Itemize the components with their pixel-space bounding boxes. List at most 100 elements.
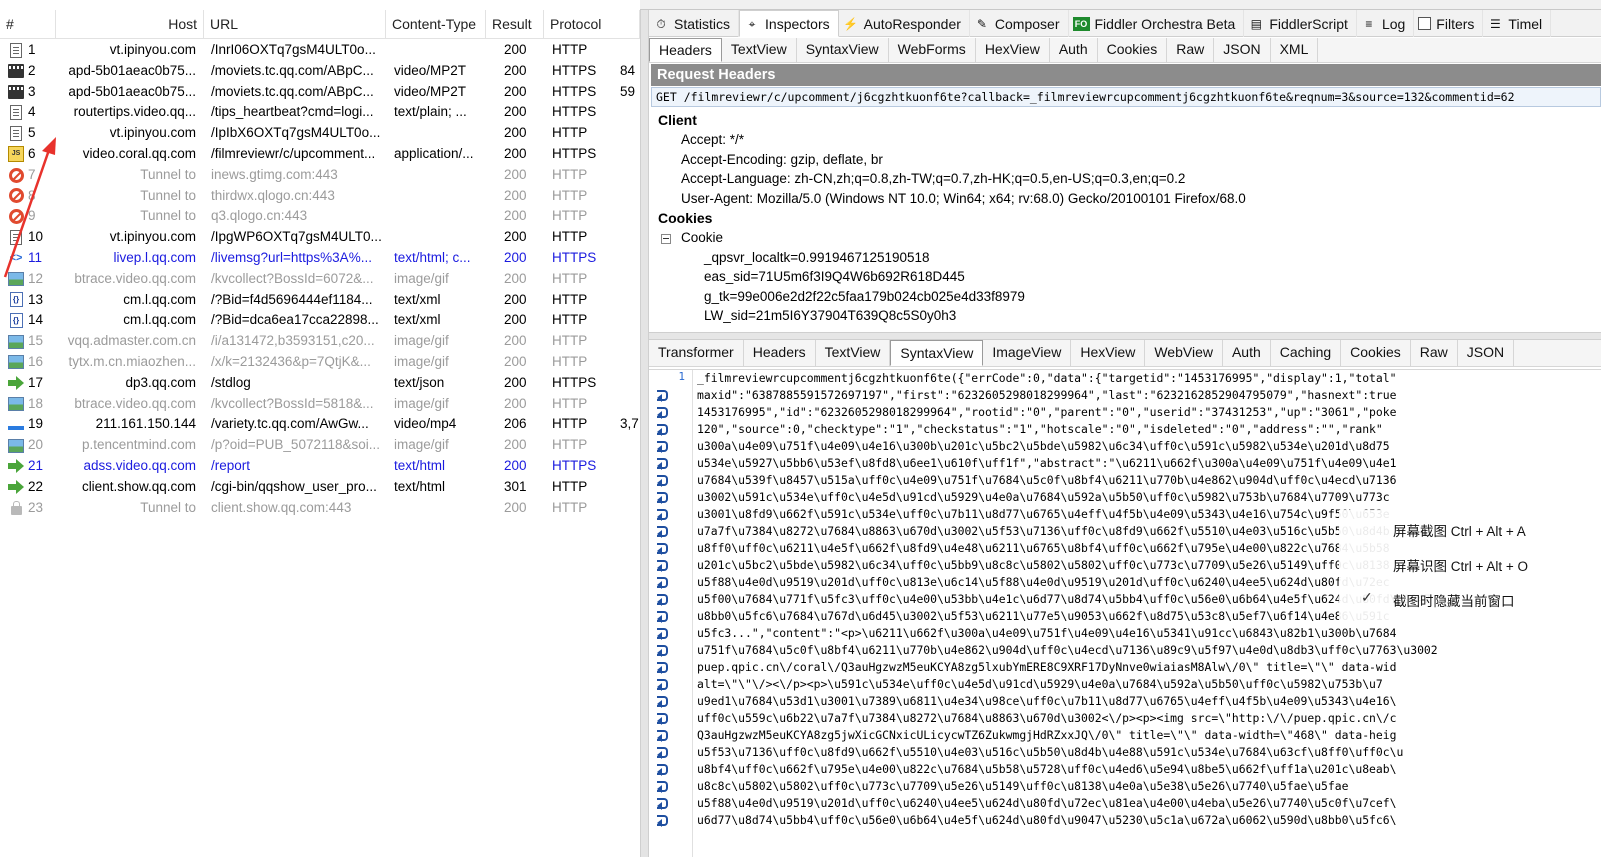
request-tab-syntaxview[interactable]: SyntaxView bbox=[797, 38, 889, 62]
session-row[interactable]: 20 p.tencentmind.com/p?oid=PUB_5072118&so… bbox=[0, 435, 640, 456]
session-row[interactable]: 1 vt.ipinyou.com/InrI06OXTq7gsM4ULT0o... 2… bbox=[0, 40, 640, 61]
request-tab-headers[interactable]: Headers bbox=[649, 38, 722, 62]
session-row[interactable]: 23 Tunnel to client.show.qq.com:443 200 HTTP bbox=[0, 498, 640, 519]
session-icon-cell bbox=[6, 269, 26, 290]
response-tab-transformer[interactable]: Transformer bbox=[649, 340, 744, 366]
response-tab-auth[interactable]: Auth bbox=[1223, 340, 1271, 366]
cookie-g-tk[interactable]: g_tk=99e006e2d2f22c5faa179b024cb025e4d33… bbox=[704, 289, 1025, 304]
tab-inspectors[interactable]: ⌖ Inspectors bbox=[739, 10, 839, 37]
session-body-size bbox=[620, 352, 640, 373]
menu-item-hide-window[interactable]: 截图时隐藏当前窗口 bbox=[1393, 590, 1515, 610]
session-row[interactable]: 4 routertips.video.qq... /tips_heartbeat?c… bbox=[0, 102, 640, 123]
script-icon: ▤ bbox=[1250, 16, 1263, 31]
session-row[interactable]: 19 211.161.150.144/variety.tc.qq.com/AwGw… bbox=[0, 414, 640, 435]
session-protocol: HTTP bbox=[552, 437, 588, 453]
cookie-eas-sid[interactable]: eas_sid=71U5m6f3I9Q4W6b692R618D445 bbox=[704, 269, 965, 284]
session-url: /report bbox=[211, 457, 251, 473]
response-tab-caching[interactable]: Caching bbox=[1271, 340, 1342, 366]
session-row[interactable]: 9 Tunnel to q3.qlogo.cn:443 200 HTTP bbox=[0, 206, 640, 227]
tab-log[interactable]: ≡ Log bbox=[1357, 10, 1415, 37]
request-tab-cookies[interactable]: Cookies bbox=[1098, 38, 1168, 62]
header-user-agent[interactable]: User-Agent: Mozilla/5.0 (Windows NT 10.0… bbox=[681, 191, 1246, 206]
header-accept[interactable]: Accept: */* bbox=[681, 132, 744, 147]
tab-fiddler-orchestra-beta[interactable]: FO Fiddler Orchestra Beta bbox=[1069, 10, 1245, 37]
session-row[interactable]: 5 vt.ipinyou.com/IpIbX6OXTq7gsM4ULT0o... 2… bbox=[0, 123, 640, 144]
session-result: 200 bbox=[504, 145, 527, 161]
session-row[interactable]: 10 vt.ipinyou.com/IpgWP6OXTq7gsM4ULT0... 2… bbox=[0, 227, 640, 248]
menu-item-screen-recognize[interactable]: 屏幕识图 Ctrl + Alt + O bbox=[1393, 555, 1528, 575]
session-row[interactable]: 16 tytx.m.cn.miaozhen... /x/k=2132436&p=7Q… bbox=[0, 352, 640, 373]
line-wrap-icon bbox=[657, 713, 671, 725]
response-tab-json[interactable]: JSON bbox=[1458, 340, 1515, 366]
tab-statistics[interactable]: ⏱ Statistics bbox=[649, 10, 740, 37]
response-tab-syntaxview[interactable]: SyntaxView bbox=[890, 340, 984, 366]
cookie-qpsvr-localtk[interactable]: _qpsvr_localtk=0.9919467125190518 bbox=[704, 250, 930, 265]
tab-composer[interactable]: ✎ Composer bbox=[970, 10, 1069, 37]
session-number: 15 bbox=[28, 333, 44, 349]
response-tab-imageview[interactable]: ImageView bbox=[983, 340, 1072, 366]
session-icon-cell bbox=[6, 40, 26, 61]
session-result: 200 bbox=[504, 374, 527, 390]
tab-filters[interactable]: Filters bbox=[1414, 10, 1484, 37]
session-row[interactable]: 2 apd-5b01aeac0b75... /moviets.tc.qq.com/A… bbox=[0, 61, 640, 82]
tab-label: Fiddler Orchestra Beta bbox=[1094, 15, 1236, 32]
gutter-line bbox=[649, 659, 693, 676]
session-row[interactable]: 18 btrace.video.qq.com/kvcollect?BossId=5… bbox=[0, 394, 640, 415]
line-wrap-icon bbox=[657, 679, 671, 691]
column-header-result[interactable]: Result bbox=[486, 10, 544, 39]
horizontal-splitter[interactable] bbox=[649, 332, 1601, 340]
header-accept-encoding[interactable]: Accept-Encoding: gzip, deflate, br bbox=[681, 152, 883, 167]
session-row[interactable]: 17 dp3.qq.com/stdlog text/json 200 HTTPS bbox=[0, 373, 640, 394]
column-header-url[interactable]: URL bbox=[204, 10, 386, 39]
code-line: u5fc3...","content":"<p>\u6211\u662f\u30… bbox=[697, 626, 1397, 640]
response-tab-cookies[interactable]: Cookies bbox=[1341, 340, 1411, 366]
collapse-toggle-icon[interactable] bbox=[661, 234, 671, 244]
code-line: u6d77\u8d74\u5bb4\uff0c\u56e0\u6b64\u4e5… bbox=[697, 813, 1397, 827]
column-header-protocol[interactable]: Protocol bbox=[544, 10, 640, 39]
session-number: 2 bbox=[28, 62, 36, 78]
request-tab-textview[interactable]: TextView bbox=[722, 38, 797, 62]
request-line: GET /filmreviewr/c/upcomment/j6cgzhtkuon… bbox=[651, 87, 1601, 107]
session-url: /kvcollect?BossId=5818&... bbox=[211, 395, 374, 411]
vertical-splitter[interactable] bbox=[640, 10, 649, 857]
menu-item-screenshot[interactable]: 屏幕截图 Ctrl + Alt + A bbox=[1393, 520, 1526, 540]
response-tab-textview[interactable]: TextView bbox=[816, 340, 891, 366]
request-tab-webforms[interactable]: WebForms bbox=[889, 38, 976, 62]
column-header-host[interactable]: Host bbox=[56, 10, 204, 39]
response-tab-webview[interactable]: WebView bbox=[1145, 340, 1223, 366]
request-tab-json[interactable]: JSON bbox=[1214, 38, 1271, 62]
session-row[interactable]: 8 Tunnel to thirdwx.qlogo.cn:443 200 HTTP bbox=[0, 186, 640, 207]
session-row[interactable]: {} 14 cm.l.qq.com /?Bid=dca6ea17cca22898...… bbox=[0, 310, 640, 331]
tab-timel[interactable]: ☰ Timel bbox=[1483, 10, 1552, 37]
request-tab-xml[interactable]: XML bbox=[1271, 38, 1319, 62]
session-row[interactable]: 3 apd-5b01aeac0b75... /moviets.tc.qq.com/A… bbox=[0, 82, 640, 103]
session-row[interactable]: 7 Tunnel to inews.gtimg.com:443 200 HTTP bbox=[0, 165, 640, 186]
request-tab-auth[interactable]: Auth bbox=[1050, 38, 1098, 62]
cookie-lw-sid[interactable]: LW_sid=21m5I6Y37904T639Q8c5S0y0h3 bbox=[704, 308, 956, 323]
response-tab-hexview[interactable]: HexView bbox=[1071, 340, 1146, 366]
html-icon: <> bbox=[9, 252, 23, 265]
session-row[interactable]: JS 6 video.coral.qq.com/filmreviewr/c/upco… bbox=[0, 144, 640, 165]
header-accept-language[interactable]: Accept-Language: zh-CN,zh;q=0.8,zh-TW;q=… bbox=[681, 171, 1185, 186]
session-row[interactable]: {} 13 cm.l.qq.com /?Bid=f4d5696444ef1184...… bbox=[0, 290, 640, 311]
gutter-line bbox=[649, 557, 693, 574]
gutter-line bbox=[649, 710, 693, 727]
tab-fiddlerscript[interactable]: ▤ FiddlerScript bbox=[1244, 10, 1357, 37]
session-row[interactable]: 15 vqq.admaster.com.cn/i/a131472,b3593151… bbox=[0, 331, 640, 352]
session-row[interactable]: 21 adss.video.qq.com/report text/html 200 HT… bbox=[0, 456, 640, 477]
session-host: Tunnel to bbox=[140, 499, 196, 515]
column-header-content-type[interactable]: Content-Type bbox=[386, 10, 486, 39]
response-tab-headers[interactable]: Headers bbox=[744, 340, 816, 366]
session-number: 8 bbox=[28, 187, 36, 203]
cookie-node[interactable]: Cookie bbox=[681, 230, 723, 245]
session-row[interactable]: 22 client.show.qq.com/cgi-bin/qqshow_user… bbox=[0, 477, 640, 498]
session-row[interactable]: 12 btrace.video.qq.com/kvcollect?BossId=6… bbox=[0, 269, 640, 290]
tab-label: Inspectors bbox=[765, 15, 830, 32]
request-tab-hexview[interactable]: HexView bbox=[976, 38, 1050, 62]
request-tab-raw[interactable]: Raw bbox=[1167, 38, 1215, 62]
session-body-size bbox=[620, 227, 640, 248]
column-header-number[interactable]: # bbox=[0, 10, 56, 39]
tab-autoresponder[interactable]: ⚡ AutoResponder bbox=[839, 10, 970, 37]
session-row[interactable]: <> 11 livep.l.qq.com/livemsg?url=https%3A%… bbox=[0, 248, 640, 269]
response-tab-raw[interactable]: Raw bbox=[1411, 340, 1458, 366]
